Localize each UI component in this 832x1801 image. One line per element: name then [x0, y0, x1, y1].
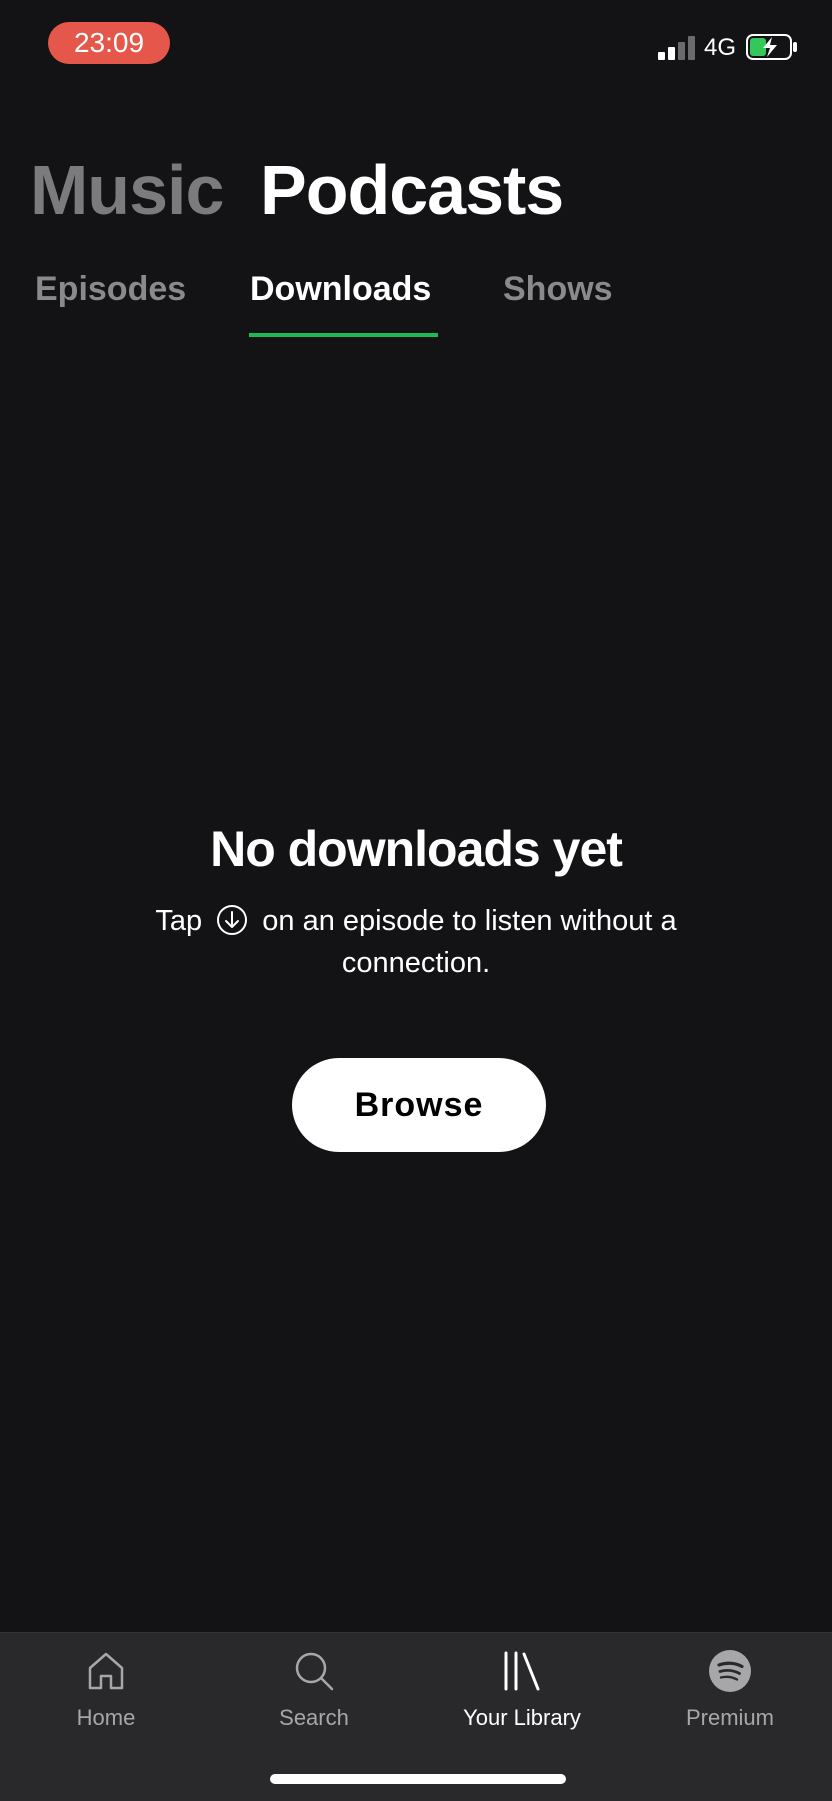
status-time: 23:09: [48, 22, 170, 64]
signal-icon: [658, 36, 696, 60]
nav-premium[interactable]: Premium: [626, 1633, 832, 1753]
battery-charging-icon: [746, 34, 798, 60]
library-icon: [504, 1651, 540, 1691]
nav-premium-label: Premium: [685, 1705, 774, 1730]
tab-shows[interactable]: Shows: [503, 270, 613, 309]
home-icon: [88, 1652, 124, 1690]
nav-search-label: Search: [279, 1705, 349, 1730]
status-bar: 23:09 4G: [0, 0, 832, 80]
spotify-logo-icon: [709, 1650, 751, 1692]
empty-desc-after: on an episode to listen without a connec…: [262, 905, 677, 979]
empty-state: No downloads yet Tap on an episode to li…: [0, 820, 832, 984]
tab-podcasts[interactable]: Podcasts: [260, 150, 564, 230]
nav-search[interactable]: Search: [210, 1633, 418, 1753]
empty-desc-before: Tap: [155, 905, 203, 937]
nav-home-label: Home: [76, 1705, 136, 1730]
browse-button[interactable]: Browse: [292, 1058, 546, 1152]
sub-tabs: Episodes Downloads Shows: [0, 270, 832, 340]
empty-state-title: No downloads yet: [210, 821, 623, 877]
empty-state-description: Tap on an episode to listen without a co…: [116, 900, 716, 984]
network-label: 4G: [704, 34, 737, 61]
active-tab-indicator: [249, 333, 438, 337]
tab-episodes[interactable]: Episodes: [35, 270, 186, 309]
search-icon: [295, 1652, 334, 1691]
home-indicator: [270, 1774, 566, 1784]
tab-music[interactable]: Music: [30, 150, 224, 230]
nav-your-library-label: Your Library: [463, 1705, 581, 1730]
nav-your-library[interactable]: Your Library: [418, 1633, 626, 1753]
download-circle-icon: [216, 904, 248, 936]
tab-downloads[interactable]: Downloads: [250, 270, 431, 309]
nav-home[interactable]: Home: [2, 1633, 210, 1753]
